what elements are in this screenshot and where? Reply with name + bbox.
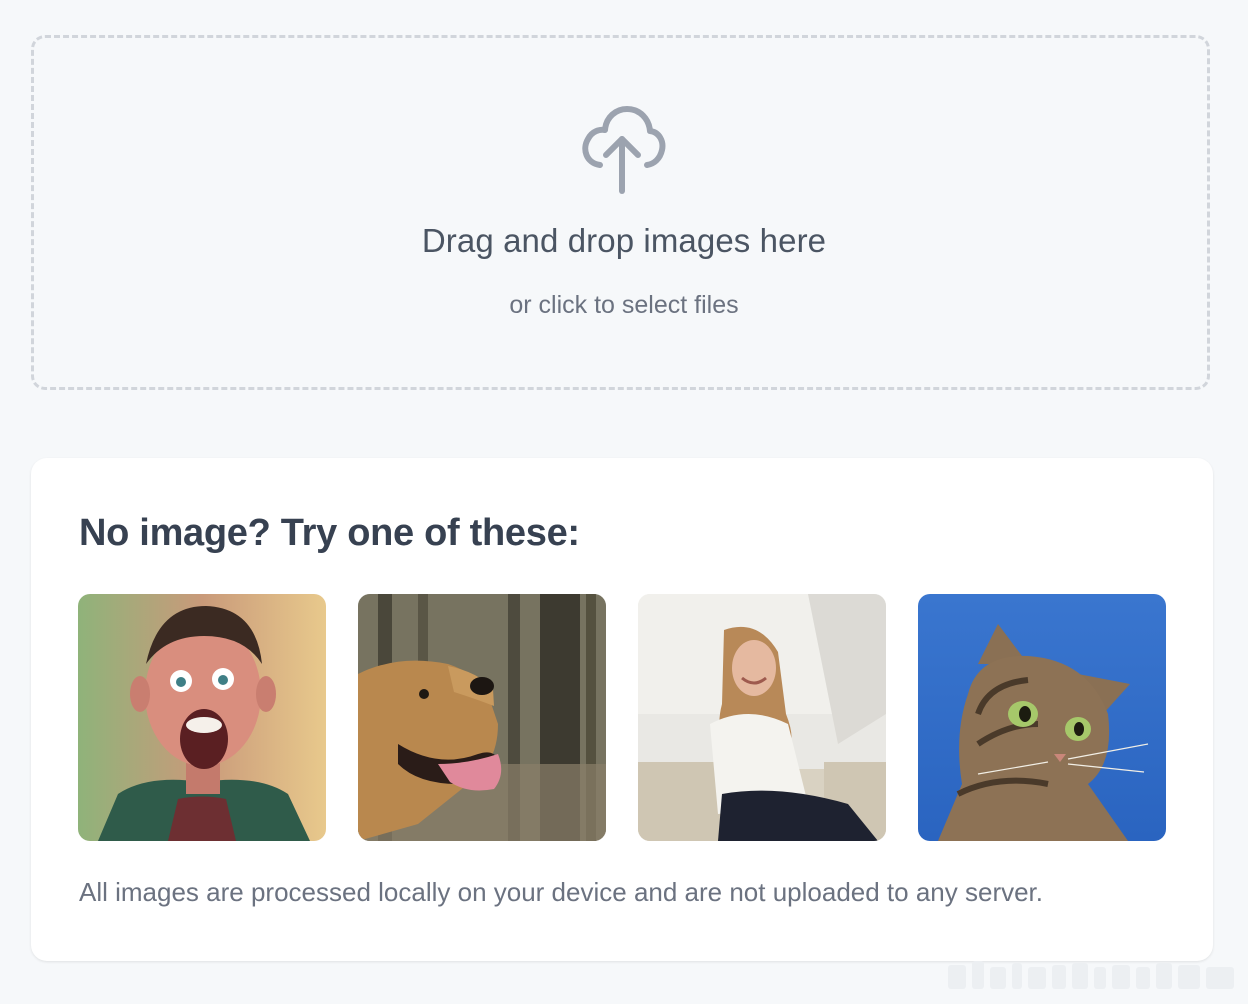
dropzone-subtitle: or click to select files (509, 291, 739, 319)
page: Drag and drop images here or click to se… (0, 0, 1248, 1004)
golden-retriever-photo (358, 594, 606, 841)
sample-image-woman[interactable] (638, 594, 886, 841)
dropzone-title: Drag and drop images here (421, 222, 827, 259)
watermark-graphic (948, 961, 1234, 989)
image-dropzone[interactable] (31, 35, 1210, 390)
sample-image-dog[interactable] (358, 594, 606, 841)
sample-image-cat[interactable] (918, 594, 1166, 841)
surprised-man-photo (78, 594, 326, 841)
smiling-woman-photo (638, 594, 886, 841)
privacy-notice: All images are processed locally on your… (79, 877, 1044, 907)
samples-title: No image? Try one of these: (79, 512, 580, 554)
tabby-cat-photo (918, 594, 1166, 841)
cloud-upload-icon (582, 106, 666, 194)
sample-image-surprised-man[interactable] (78, 594, 326, 841)
